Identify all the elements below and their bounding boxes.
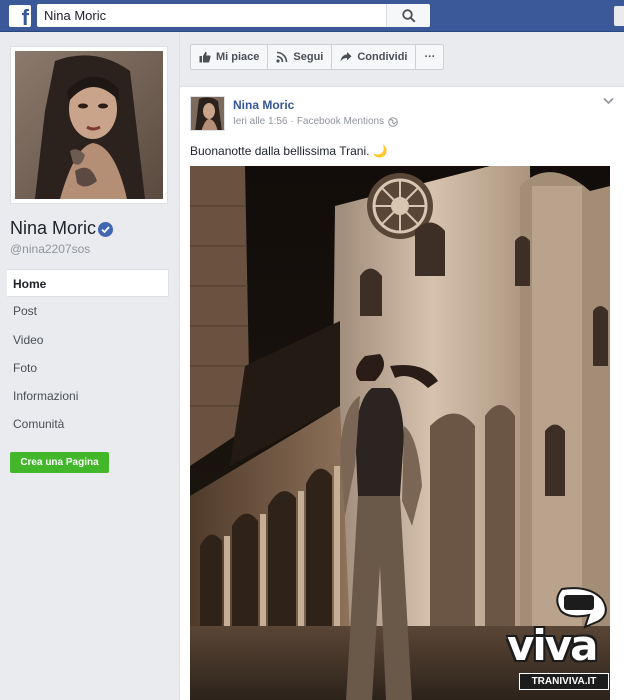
watermark-brand: viva xyxy=(507,621,599,670)
more-button[interactable]: ··· xyxy=(416,45,443,69)
post-author-avatar[interactable] xyxy=(190,96,225,131)
follow-button[interactable]: Segui xyxy=(268,45,333,69)
globe-icon xyxy=(388,116,398,127)
post-source[interactable]: Facebook Mentions xyxy=(297,116,384,127)
post-timestamp[interactable]: Ieri alle 1:56 xyxy=(233,116,287,127)
post-author-name[interactable]: Nina Moric xyxy=(233,98,294,112)
rss-icon xyxy=(276,51,288,63)
facebook-logo-icon[interactable]: f xyxy=(9,5,31,27)
page-nav: Home Post Video Foto Informazioni Comuni… xyxy=(7,269,169,439)
watermark-site: TRANIVIVA.IT xyxy=(519,673,609,690)
like-label: Mi piace xyxy=(216,51,260,63)
meta-separator: · xyxy=(290,116,294,127)
share-button[interactable]: Condividi xyxy=(332,45,417,69)
profile-photo xyxy=(15,51,163,199)
nav-item-informazioni[interactable]: Informazioni xyxy=(7,382,169,410)
like-button[interactable]: Mi piace xyxy=(191,45,269,69)
page-actions: Mi piace Segui Condividi ··· xyxy=(190,44,445,70)
profile-picture[interactable] xyxy=(10,46,168,204)
author-avatar-image xyxy=(191,97,224,130)
search-button[interactable] xyxy=(386,4,430,27)
nav-item-comunita[interactable]: Comunità xyxy=(7,410,169,438)
nav-item-home[interactable]: Home xyxy=(7,269,169,298)
page-handle[interactable]: @nina2207sos xyxy=(10,242,90,256)
chevron-down-icon[interactable] xyxy=(603,97,614,105)
nav-item-video[interactable]: Video xyxy=(7,326,169,354)
more-icon: ··· xyxy=(424,51,436,63)
share-label: Condividi xyxy=(357,51,408,63)
nav-item-foto[interactable]: Foto xyxy=(7,354,169,382)
thumbs-up-icon xyxy=(199,51,211,63)
share-arrow-icon xyxy=(340,52,352,62)
post-text: Buonanotte dalla bellissima Trani. 🌙 xyxy=(190,144,388,158)
nav-item-post[interactable]: Post xyxy=(7,297,169,325)
follow-label: Segui xyxy=(293,51,324,63)
page-title[interactable]: Nina Moric xyxy=(10,218,96,239)
search-icon xyxy=(402,9,416,23)
search-input[interactable]: Nina Moric xyxy=(44,8,106,23)
search-box[interactable]: Nina Moric xyxy=(37,4,430,27)
post-meta: Ieri alle 1:56 · Facebook Mentions xyxy=(233,116,398,127)
create-page-button[interactable]: Crea una Pagina xyxy=(10,452,109,473)
verified-badge-icon xyxy=(98,222,113,237)
top-bar: f Nina Moric xyxy=(0,0,624,32)
profile-shortcut[interactable] xyxy=(614,6,624,26)
